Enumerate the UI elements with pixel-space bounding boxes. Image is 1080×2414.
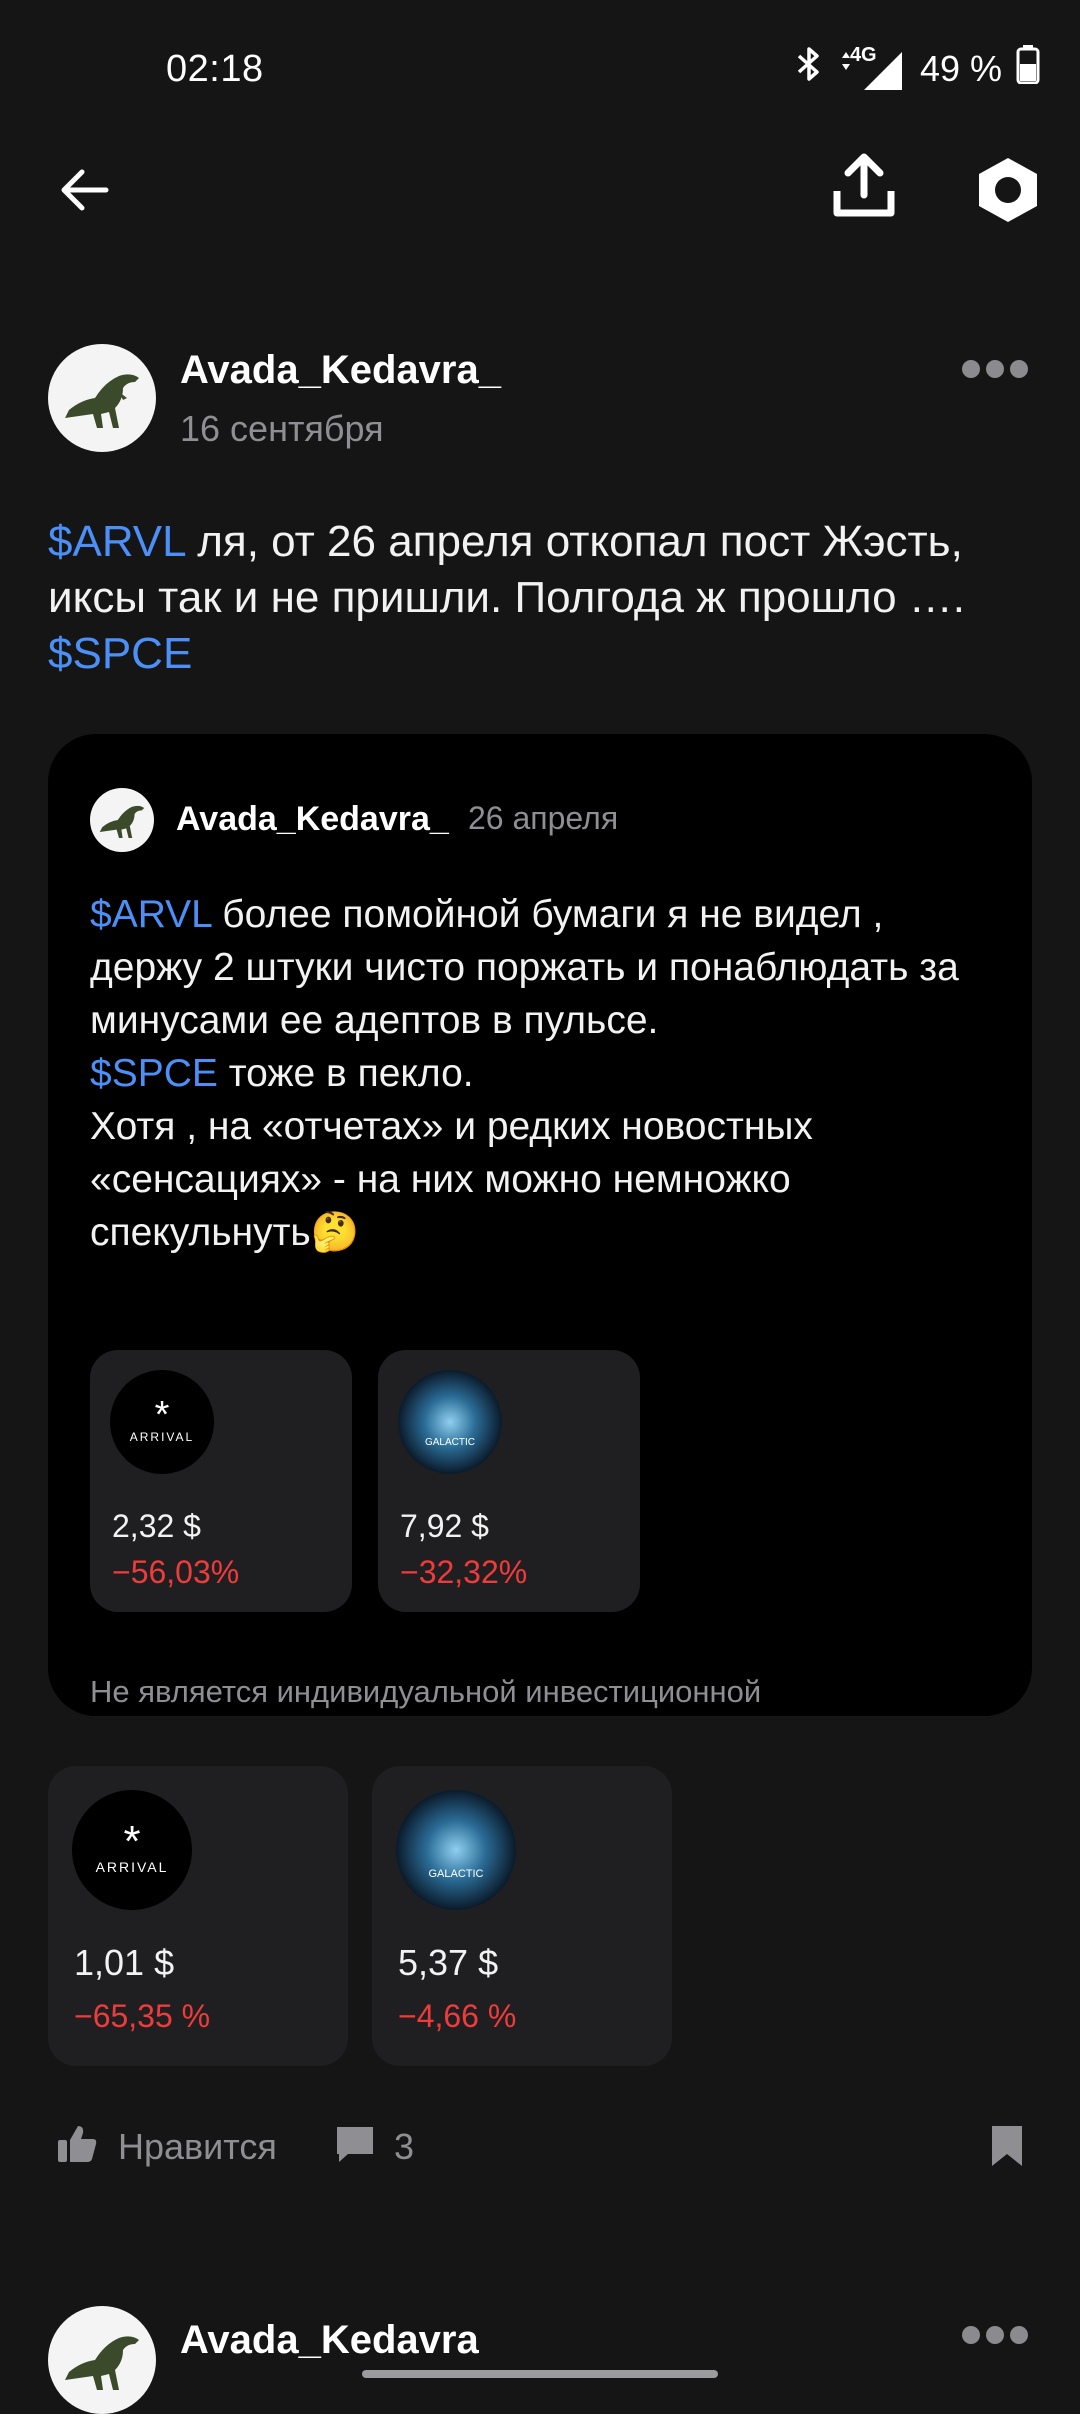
dinosaur-avatar-image (65, 2336, 139, 2390)
home-indicator[interactable] (362, 2370, 718, 2378)
next-post-author[interactable]: Avada_Kedavra (180, 2318, 479, 2363)
ticker-link[interactable]: $ARVL (48, 517, 185, 566)
asset-price: 1,01 $ (74, 1942, 175, 1983)
dot-icon (962, 2326, 980, 2344)
quoted-body: $ARVL более помойной бумаги я не видел ,… (90, 888, 990, 1259)
post-author[interactable]: Avada_Kedavra_ (180, 348, 501, 393)
network-type: 4G (849, 43, 877, 66)
status-icons: 4G 49 % (796, 44, 1040, 93)
asset-price: 5,37 $ (398, 1942, 499, 1983)
asset-change: −65,35 % (74, 1998, 211, 2034)
bookmark-button[interactable] (990, 2124, 1024, 2173)
quoted-post-card[interactable]: Avada_Kedavra_ 26 апреля $ARVL более пом… (48, 734, 1032, 1716)
quoted-author: Avada_Kedavra_ (176, 800, 449, 838)
battery-icon (1016, 44, 1040, 93)
asset-change: −32,32% (400, 1554, 528, 1590)
asset-card-arrival[interactable]: * ARRIVAL 1,01 $ −65,35 % (48, 1766, 348, 2066)
asset-price: 2,32 $ (112, 1508, 201, 1544)
comments-count: 3 (394, 2125, 415, 2167)
quoted-text: более помойной бумаги я не видел , держу… (90, 893, 959, 1042)
dot-icon (986, 2326, 1004, 2344)
dot-icon (986, 360, 1004, 378)
dot-icon (1010, 2326, 1028, 2344)
settings-button[interactable] (966, 150, 1050, 234)
author-avatar[interactable] (48, 2306, 156, 2414)
asset-card-virgin-galactic[interactable]: GALACTIC 5,37 $ −4,66 % (372, 1766, 672, 2066)
share-icon (832, 153, 896, 224)
post-body: $ARVL ля, от 26 апреля откопал пост Жэст… (48, 514, 1038, 682)
quoted-text: Хотя , на «отчетах» и редких новостных «… (90, 1105, 813, 1254)
dinosaur-avatar-image (99, 805, 145, 838)
dot-icon (962, 360, 980, 378)
share-button[interactable] (826, 150, 902, 226)
asset-change: −56,03% (112, 1554, 240, 1590)
quoted-date: 26 апреля (468, 800, 619, 836)
dot-icon (1010, 360, 1028, 378)
back-arrow-icon (56, 162, 112, 223)
ticker-link[interactable]: $ARVL (90, 893, 211, 936)
ticker-link[interactable]: $SPCE (48, 629, 192, 678)
more-options-button[interactable] (962, 360, 1028, 378)
comment-icon (334, 2124, 376, 2169)
disclaimer-text: Не является индивидуальной инвестиционно… (90, 1674, 762, 1709)
dinosaur-avatar-image (65, 374, 139, 428)
thinking-emoji-icon: 🤔 (310, 1210, 360, 1255)
ticker-link[interactable]: $SPCE (90, 1052, 218, 1095)
asset-card-arrival[interactable]: * ARRIVAL 2,32 $ −56,03% (90, 1350, 352, 1612)
signal-icon: 4G (836, 44, 906, 90)
status-time: 02:18 (166, 48, 264, 90)
author-avatar[interactable] (48, 344, 156, 452)
quoted-author-avatar (90, 788, 154, 852)
comments-button[interactable]: 3 (334, 2124, 414, 2169)
post-text: ля, от 26 апреля откопал пост Жэсть, икс… (48, 517, 966, 622)
virgin-galactic-logo-icon: GALACTIC (398, 1370, 502, 1474)
arrival-logo-icon: * ARRIVAL (110, 1370, 214, 1474)
bookmark-icon (990, 2126, 1024, 2172)
post-date: 16 сентября (180, 408, 384, 449)
like-button[interactable]: Нравится (56, 2124, 277, 2169)
battery-percent: 49 % (919, 47, 1002, 89)
asset-price: 7,92 $ (400, 1508, 489, 1544)
arrival-logo-icon: * ARRIVAL (72, 1790, 192, 1910)
more-options-button[interactable] (962, 2326, 1028, 2344)
thumbs-up-icon (56, 2124, 98, 2169)
quoted-text: тоже в пекло. (217, 1052, 474, 1095)
settings-hexagon-icon (975, 155, 1041, 230)
back-button[interactable] (48, 156, 120, 228)
asset-card-virgin-galactic[interactable]: GALACTIC 7,92 $ −32,32% (378, 1350, 640, 1612)
asset-change: −4,66 % (398, 1998, 517, 2034)
like-label: Нравится (118, 2125, 277, 2167)
bluetooth-icon (796, 46, 822, 91)
virgin-galactic-logo-icon: GALACTIC (396, 1790, 516, 1910)
